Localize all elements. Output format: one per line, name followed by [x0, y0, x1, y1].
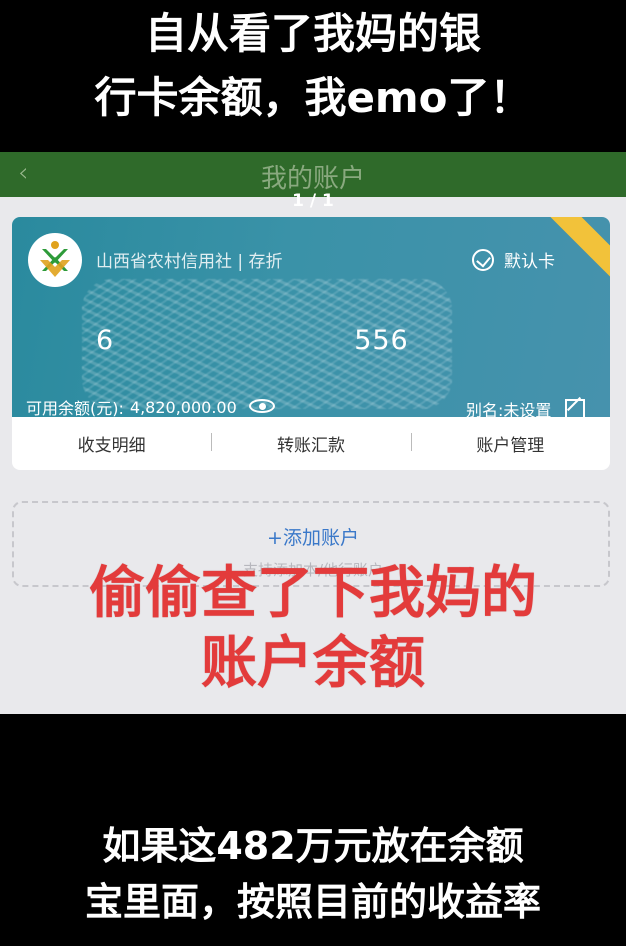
balance-value: 4,820,000.00 [129, 397, 237, 417]
tab-transaction-details[interactable]: 收支明细 [12, 431, 211, 456]
card-header: 山西省农村信用社 | 存折 默认卡 6 556 可用余额(元): 4,820,00… [12, 217, 610, 420]
page-title: 我的账户 [260, 164, 365, 194]
overlay-caption: 偷偷查了下我妈的 账户余额 [0, 559, 626, 699]
bank-logo [28, 233, 82, 287]
card-actions: 收支明细 转账汇款 账户管理 [12, 417, 610, 470]
tab-account-management[interactable]: 账户管理 [410, 431, 610, 456]
bottom-caption-line-2: 宝里面，按照目前的收益率 [84, 880, 541, 924]
page-counter: 1 / 1 [292, 191, 334, 211]
bottom-caption-line-1: 如果这482万元放在余额 [102, 824, 524, 868]
eye-icon[interactable] [248, 399, 277, 415]
edit-icon[interactable] [565, 399, 586, 419]
tab-transfer[interactable]: 转账汇款 [211, 431, 410, 456]
card-number-end: 556 [354, 325, 409, 356]
bank-name: 山西省农村信用社 | 存折 [96, 252, 283, 272]
bank-card[interactable]: 山西省农村信用社 | 存折 默认卡 6 556 可用余额(元): 4,820,00… [12, 217, 610, 470]
caption-line-1: 自从看了我妈的银 [144, 9, 481, 58]
balance-row: 可用余额(元): 4,820,000.00 [26, 395, 277, 419]
caption-line-2: 行卡余额，我emo了！ [94, 73, 532, 122]
default-card-label: 默认卡 [504, 252, 555, 272]
overlay-line-1: 偷偷查了下我妈的 [89, 561, 537, 626]
balance-label: 可用余额(元): [26, 399, 124, 418]
default-card-badge[interactable]: 默认卡 [472, 247, 555, 272]
overlay-line-2: 账户余额 [201, 631, 425, 696]
add-account-label: +添加账户 [267, 527, 359, 549]
card-number: 6 556 [96, 325, 409, 356]
top-caption: 自从看了我妈的银 行卡余额，我emo了！ [0, 0, 626, 152]
check-circle-icon [472, 248, 494, 271]
bottom-caption: 如果这482万元放在余额 宝里面，按照目前的收益率 [0, 818, 626, 930]
card-number-start: 6 [96, 325, 115, 356]
